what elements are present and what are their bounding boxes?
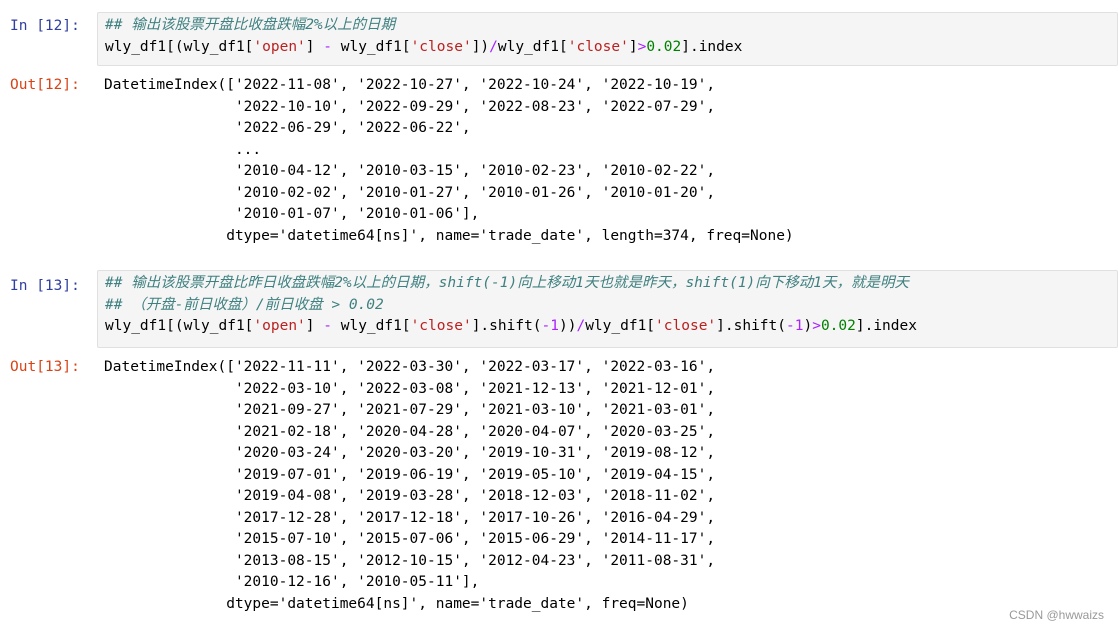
code-comment: ## 输出该股票开盘比收盘跌幅2%以上的日期: [105, 17, 396, 33]
code-line: wly_df1[(wly_df1['open'] - wly_df1['clos…: [105, 38, 743, 55]
output-line: '2013-08-15', '2012-10-15', '2012-04-23'…: [104, 552, 716, 569]
output-line: '2022-10-10', '2022-09-29', '2022-08-23'…: [104, 98, 716, 115]
output-line: DatetimeIndex(['2022-11-11', '2022-03-30…: [104, 359, 716, 375]
in-prompt-13: In [13]:: [10, 278, 80, 294]
output-line: '2015-07-10', '2015-07-06', '2015-06-29'…: [104, 531, 716, 547]
output-line: dtype='datetime64[ns]', name='trade_date…: [104, 595, 689, 612]
output-line: '2019-07-01', '2019-06-19', '2019-05-10'…: [104, 466, 716, 483]
out-prompt-12: Out[12]:: [10, 77, 80, 93]
output-line: dtype='datetime64[ns]', name='trade_date…: [104, 227, 794, 244]
watermark: CSDN @hwwaizs: [1009, 608, 1104, 622]
output-line: '2022-03-10', '2022-03-08', '2021-12-13'…: [104, 380, 716, 397]
out-prompt-13: Out[13]:: [10, 359, 80, 375]
output-line: '2022-06-29', '2022-06-22',: [104, 120, 471, 136]
output-line: '2010-02-02', '2010-01-27', '2010-01-26'…: [104, 184, 716, 201]
output-area-13: DatetimeIndex(['2022-11-11', '2022-03-30…: [104, 357, 1118, 615]
output-line: '2020-03-24', '2020-03-20', '2019-10-31'…: [104, 445, 716, 461]
in-prompt-12: In [12]:: [10, 18, 80, 34]
output-line: '2019-04-08', '2019-03-28', '2018-12-03'…: [104, 488, 716, 504]
code-input-12[interactable]: ## 输出该股票开盘比收盘跌幅2%以上的日期 wly_df1[(wly_df1[…: [97, 12, 1118, 66]
output-line: '2010-12-16', '2010-05-11'],: [104, 574, 480, 590]
output-line: '2021-02-18', '2020-04-28', '2020-04-07'…: [104, 423, 716, 440]
output-line: ...: [104, 141, 262, 158]
code-comment: ## （开盘-前日收盘）/前日收盘 > 0.02: [105, 296, 384, 313]
output-area-12: DatetimeIndex(['2022-11-08', '2022-10-27…: [104, 75, 1118, 247]
code-line: wly_df1[(wly_df1['open'] - wly_df1['clos…: [105, 318, 917, 334]
output-line: '2017-12-28', '2017-12-18', '2017-10-26'…: [104, 509, 716, 526]
output-line: '2010-04-12', '2010-03-15', '2010-02-23'…: [104, 163, 716, 179]
output-line: '2010-01-07', '2010-01-06'],: [104, 206, 480, 222]
output-line: DatetimeIndex(['2022-11-08', '2022-10-27…: [104, 77, 716, 93]
code-input-13[interactable]: ## 输出该股票开盘比昨日收盘跌幅2%以上的日期，shift(-1)向上移动1天…: [97, 270, 1118, 348]
code-comment: ## 输出该股票开盘比昨日收盘跌幅2%以上的日期，shift(-1)向上移动1天…: [105, 275, 910, 291]
output-line: '2021-09-27', '2021-07-29', '2021-03-10'…: [104, 402, 716, 418]
